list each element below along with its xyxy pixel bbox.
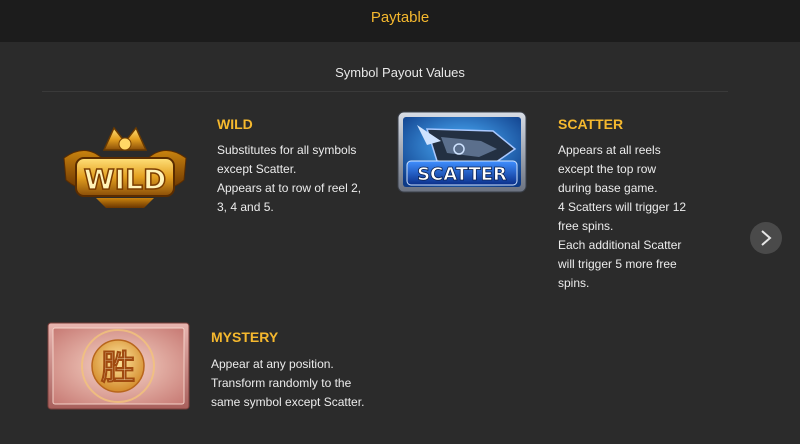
header-bar: Paytable — [0, 0, 800, 42]
description-line: free spins. — [558, 219, 614, 233]
chevron-right-icon — [761, 230, 772, 246]
description-line: spins. — [558, 276, 590, 290]
description-line: Substitutes for all symbols — [217, 143, 357, 157]
description-line: Appears at all reels — [558, 143, 661, 157]
scatter-title: SCATTER — [558, 116, 624, 132]
description-line: 4 Scatters will trigger 12 — [558, 200, 687, 214]
section-title: Symbol Payout Values — [335, 65, 465, 80]
description-line: Appear at any position. — [211, 357, 334, 371]
mystery-icon-glyph: 胜 — [101, 348, 135, 388]
description-line: Appears at to row of reel 2, — [217, 181, 362, 195]
mystery-symbol-icon: 胜 — [47, 322, 190, 410]
mystery-title: MYSTERY — [211, 329, 279, 345]
description-line: same symbol except Scatter. — [211, 395, 365, 409]
description-line: Transform randomly to the — [211, 376, 352, 390]
scatter-icon-text: SCATTER — [417, 164, 507, 185]
scatter-description: Appears at all reels except the top row … — [558, 141, 686, 293]
description-line: will trigger 5 more free — [558, 257, 677, 271]
description-line: Each additional Scatter — [558, 238, 682, 252]
wild-icon-text: WILD — [84, 163, 166, 196]
wild-symbol-icon: WILD — [56, 120, 194, 210]
mystery-description: Appear at any position. Transform random… — [211, 355, 364, 412]
description-line: except Scatter. — [217, 162, 297, 176]
wild-description: Substitutes for all symbols except Scatt… — [217, 141, 361, 217]
description-line: during base game. — [558, 181, 658, 195]
description-line: except the top row — [558, 162, 657, 176]
scatter-symbol-icon: SCATTER — [397, 111, 527, 193]
section-divider — [42, 91, 728, 92]
page-title: Paytable — [370, 9, 430, 26]
next-page-button[interactable] — [750, 222, 782, 254]
description-line: 3, 4 and 5. — [217, 200, 274, 214]
wild-title: WILD — [217, 116, 253, 132]
